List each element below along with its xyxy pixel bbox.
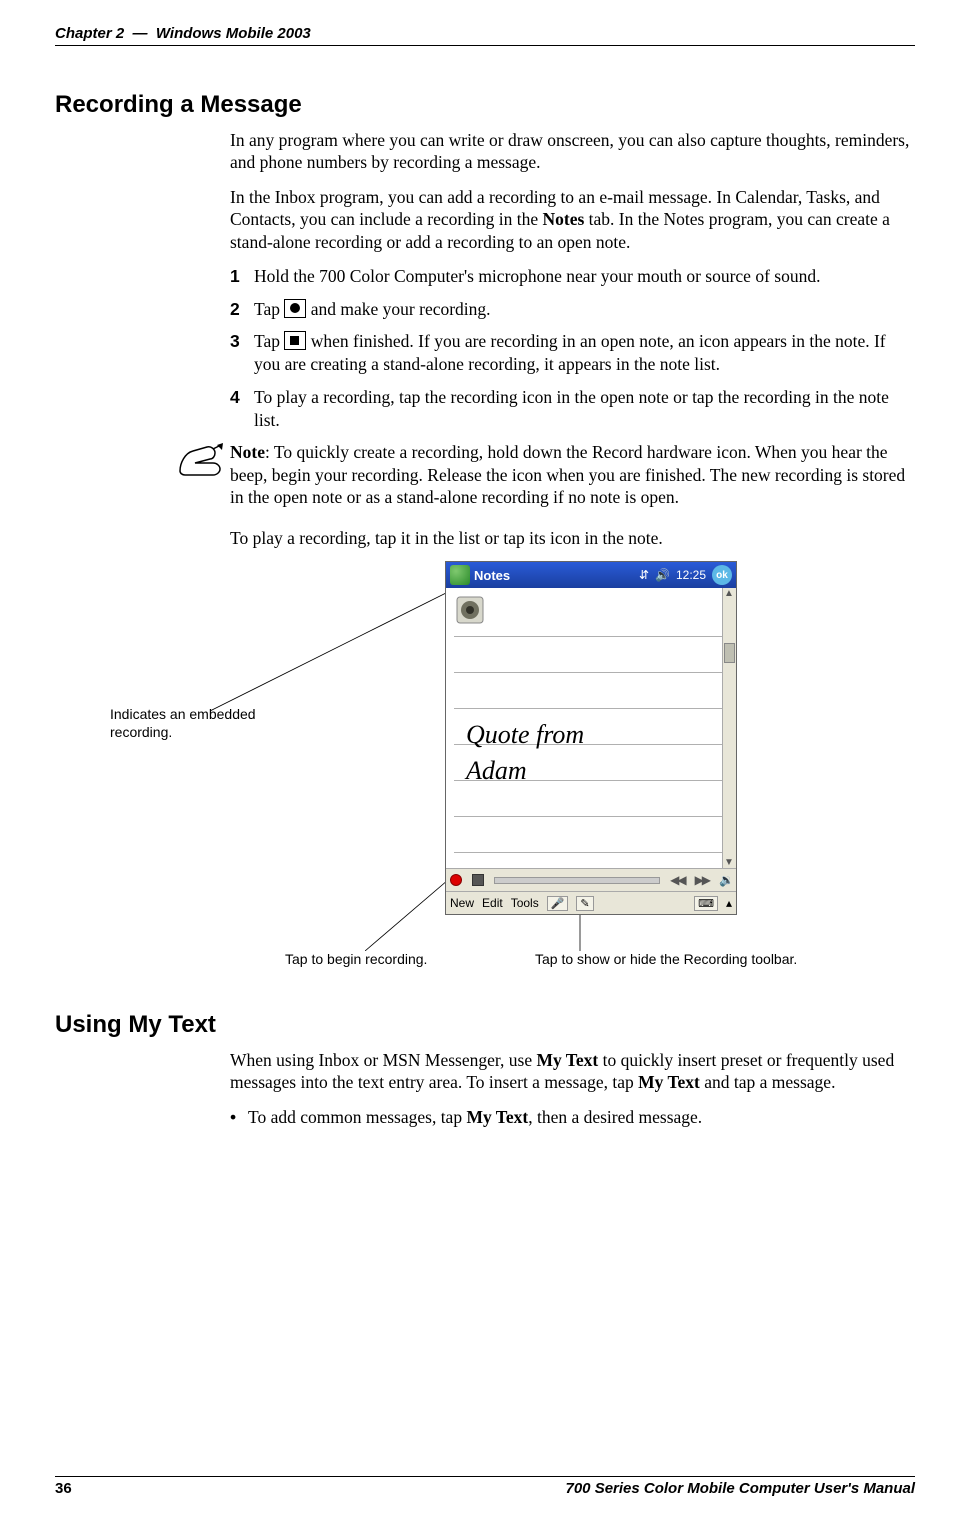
notes-app-window: Notes ⇵ 🔊 12:25 ok <box>445 561 737 915</box>
step-2: 2 Tap and make your recording. <box>230 298 915 321</box>
toolbar-progress-slider[interactable] <box>494 877 660 884</box>
bullet-add-common-messages: To add common messages, tap My Text, the… <box>230 1106 915 1129</box>
ok-button[interactable]: ok <box>712 565 732 585</box>
record-icon <box>284 299 306 318</box>
recording-steps: 1Hold the 700 Color Computer's microphon… <box>230 265 915 432</box>
titlebar: Notes ⇵ 🔊 12:25 ok <box>446 562 736 588</box>
app-title: Notes <box>474 568 635 583</box>
note-block: Note: To quickly create a recording, hol… <box>55 441 915 508</box>
toolbar-speaker-icon[interactable]: 🔉 <box>719 873 732 887</box>
toolbar-forward-button[interactable]: ▶▶ <box>695 873 709 887</box>
header-sep: — <box>133 25 148 42</box>
toolbar-stop-button[interactable] <box>472 874 484 886</box>
menubar: New Edit Tools 🎤 ✎ ⌨ ▴ <box>446 891 736 914</box>
note-canvas[interactable]: Quote from Adam <box>446 588 736 868</box>
note-hand-icon <box>175 441 225 486</box>
scrollbar[interactable] <box>722 588 736 868</box>
menu-edit[interactable]: Edit <box>482 896 503 910</box>
para-intro-1: In any program where you can write or dr… <box>230 129 915 174</box>
clock-text: 12:25 <box>676 568 706 582</box>
chapter-label: Chapter 2 <box>55 25 124 42</box>
stop-icon <box>284 331 306 350</box>
toolbar-record-button[interactable] <box>450 874 462 886</box>
chapter-topic: Windows Mobile 2003 <box>156 25 311 42</box>
sip-menu-arrow[interactable]: ▴ <box>726 896 732 910</box>
step-4: 4To play a recording, tap the recording … <box>230 386 915 432</box>
toggle-recording-toolbar-button[interactable]: 🎤 <box>547 896 569 911</box>
start-icon[interactable] <box>450 565 470 585</box>
handwriting-line-2: Adam <box>466 756 527 786</box>
toolbar-rewind-button[interactable]: ◀◀ <box>670 873 684 887</box>
volume-icon[interactable]: 🔊 <box>655 568 670 582</box>
step-3: 3 Tap when finished. If you are recordin… <box>230 330 915 376</box>
note-text: Note: To quickly create a recording, hol… <box>230 441 915 508</box>
running-header: Chapter 2 — Windows Mobile 2003 <box>55 25 915 46</box>
callout-show-hide-toolbar: Tap to show or hide the Recording toolba… <box>535 951 797 969</box>
sip-keyboard-button[interactable]: ⌨ <box>694 896 718 911</box>
connectivity-icon[interactable]: ⇵ <box>639 568 649 582</box>
recording-toolbar: ◀◀ ▶▶ 🔉 <box>446 868 736 891</box>
callout-embedded-recording: Indicates an embedded recording. <box>110 706 280 741</box>
callout-begin-recording: Tap to begin recording. <box>285 951 427 969</box>
menu-new[interactable]: New <box>450 896 474 910</box>
page-footer: 36 700 Series Color Mobile Computer User… <box>55 1476 915 1497</box>
para-play-recording: To play a recording, tap it in the list … <box>230 527 915 549</box>
my-text-bullets: To add common messages, tap My Text, the… <box>230 1106 915 1129</box>
pen-input-button[interactable]: ✎ <box>576 896 593 911</box>
menu-tools[interactable]: Tools <box>511 896 539 910</box>
notes-screenshot-figure: Indicates an embedded recording. Tap to … <box>55 561 915 981</box>
embedded-recording-icon[interactable] <box>456 596 484 624</box>
heading-recording-message: Recording a Message <box>55 91 915 119</box>
heading-using-my-text: Using My Text <box>55 1011 915 1039</box>
para-intro-2: In the Inbox program, you can add a reco… <box>230 186 915 253</box>
page-number: 36 <box>55 1480 72 1497</box>
para-my-text: When using Inbox or MSN Messenger, use M… <box>230 1049 915 1094</box>
handwriting-line-1: Quote from <box>466 720 584 750</box>
step-1: 1Hold the 700 Color Computer's microphon… <box>230 265 915 288</box>
manual-title: 700 Series Color Mobile Computer User's … <box>566 1480 916 1497</box>
